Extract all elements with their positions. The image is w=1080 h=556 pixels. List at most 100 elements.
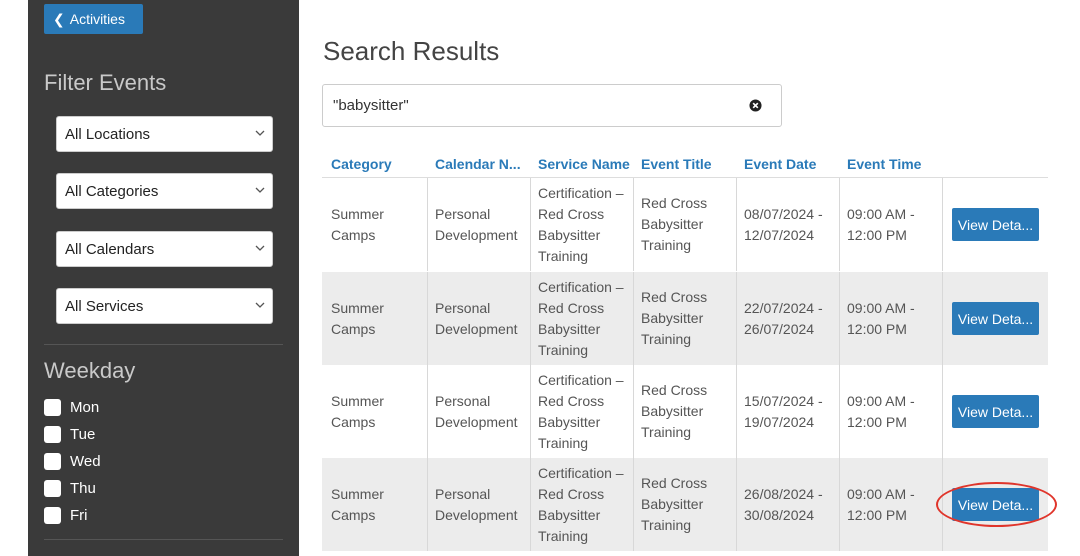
- cell-event-date-line: 08/07/2024 -: [744, 205, 823, 222]
- activities-back-label: Activities: [69, 11, 125, 27]
- cell-service-name-line: Babysitter: [538, 506, 601, 523]
- cell-service-name-line: Training: [538, 527, 589, 544]
- cell-service-name: Certification – Red Cross Babysitter Traini…: [538, 365, 624, 458]
- cell-event-title: Red Cross Babysitter Training: [641, 178, 707, 271]
- cell-service-name: Certification – Red Cross Babysitter Traini…: [538, 178, 624, 271]
- cell-category-line: Summer: [331, 392, 384, 409]
- filter-events-heading: Filter Events: [44, 70, 167, 95]
- cell-event-date-line: 19/07/2024: [744, 413, 815, 430]
- cell-service-name-line: Certification –: [538, 464, 624, 481]
- cell-event-date: 26/08/2024 - 30/08/2024: [744, 458, 823, 551]
- view-details-button[interactable]: View Deta...: [952, 208, 1039, 241]
- cell-calendar-line: Development: [435, 413, 518, 430]
- cell-calendar-line: Personal: [435, 205, 491, 222]
- cell-category: Summer Camps: [331, 458, 384, 551]
- location-select[interactable]: All Locations: [56, 116, 273, 152]
- cell-category: Summer Camps: [331, 178, 384, 271]
- cell-event-date-line: 12/07/2024: [744, 226, 815, 243]
- weekday-checkbox-wed[interactable]: Wed: [44, 453, 101, 470]
- cell-calendar: Personal Development: [435, 365, 518, 458]
- cell-event-title-line: Training: [641, 237, 692, 253]
- view-details-button[interactable]: View Deta...: [952, 302, 1039, 335]
- cell-calendar-line: Development: [435, 506, 518, 523]
- weekday-label: Fri: [70, 507, 88, 524]
- cell-event-date-line: 26/08/2024 -: [744, 485, 823, 502]
- cell-event-time: 09:00 AM - 12:00 PM: [847, 458, 915, 551]
- column-divider: [736, 178, 737, 271]
- checkbox[interactable]: [44, 453, 61, 470]
- weekday-heading: Weekday: [44, 358, 136, 383]
- cell-category-line: Camps: [331, 320, 376, 337]
- checkbox[interactable]: [44, 480, 61, 497]
- weekday-checkbox-fri[interactable]: Fri: [44, 507, 88, 524]
- column-header-event-date[interactable]: Event Date: [744, 156, 816, 172]
- activities-back-button[interactable]: ❮ Activities: [44, 4, 143, 34]
- cell-event-title: Red Cross Babysitter Training: [641, 272, 707, 365]
- cell-event-time-line: 09:00 AM -: [847, 299, 915, 316]
- cell-event-title-line: Red Cross: [641, 382, 708, 398]
- column-divider: [736, 458, 737, 551]
- cell-service-name-line: Red Cross: [538, 392, 605, 409]
- weekday-checkbox-thu[interactable]: Thu: [44, 480, 96, 497]
- weekday-checkbox-mon[interactable]: Mon: [44, 399, 99, 416]
- cell-calendar: Personal Development: [435, 272, 518, 365]
- cell-service-name-line: Training: [538, 247, 589, 264]
- column-divider: [530, 178, 531, 271]
- cell-service-name: Certification – Red Cross Babysitter Traini…: [538, 458, 624, 551]
- column-divider: [427, 365, 428, 458]
- checkbox[interactable]: [44, 507, 61, 524]
- checkbox[interactable]: [44, 399, 61, 416]
- cell-service-name-line: Babysitter: [538, 320, 601, 337]
- chevron-down-icon: [255, 302, 265, 308]
- cell-event-title-line: Training: [641, 517, 692, 533]
- cell-event-title-line: Red Cross: [641, 195, 708, 211]
- cell-event-date-line: 30/08/2024: [744, 506, 815, 523]
- service-select-value: All Services: [65, 297, 144, 315]
- chevron-down-icon: [255, 130, 265, 136]
- view-details-button[interactable]: View Deta...: [952, 395, 1039, 428]
- column-divider: [839, 365, 840, 458]
- column-divider: [942, 365, 943, 458]
- cell-event-time-line: 09:00 AM -: [847, 485, 915, 502]
- highlight-annotation: [936, 482, 1057, 527]
- cell-event-title-line: Babysitter: [641, 216, 704, 232]
- weekday-label: Tue: [70, 426, 96, 443]
- column-divider: [839, 458, 840, 551]
- category-select[interactable]: All Categories: [56, 173, 273, 209]
- cell-event-time-line: 09:00 AM -: [847, 205, 915, 222]
- calendar-select[interactable]: All Calendars: [56, 231, 273, 267]
- weekday-checkbox-tue[interactable]: Tue: [44, 426, 95, 443]
- column-divider: [942, 178, 943, 271]
- cell-calendar-line: Development: [435, 320, 518, 337]
- cell-category-line: Summer: [331, 299, 384, 316]
- checkbox[interactable]: [44, 426, 61, 443]
- column-divider: [839, 178, 840, 271]
- column-divider: [530, 458, 531, 551]
- column-divider: [942, 272, 943, 365]
- column-header-service[interactable]: Service Name: [538, 156, 630, 172]
- service-select[interactable]: All Services: [56, 288, 273, 324]
- column-header-event-time[interactable]: Event Time: [847, 156, 921, 172]
- column-header-event-title[interactable]: Event Title: [641, 156, 712, 172]
- weekday-label: Wed: [70, 453, 101, 470]
- search-input[interactable]: "babysitter": [322, 84, 782, 127]
- chevron-down-icon: [255, 245, 265, 251]
- cell-event-title-line: Babysitter: [641, 496, 704, 512]
- column-divider: [633, 365, 634, 458]
- page-title: Search Results: [323, 36, 500, 66]
- table-row: Summer Camps Personal Development Certificat…: [322, 272, 1048, 365]
- cell-event-title-line: Training: [641, 331, 692, 347]
- cell-service-name-line: Babysitter: [538, 226, 601, 243]
- cell-event-date-line: 26/07/2024: [744, 320, 815, 337]
- column-divider: [633, 178, 634, 271]
- column-divider: [736, 365, 737, 458]
- weekday-label: Thu: [70, 480, 96, 497]
- cell-category-line: Camps: [331, 506, 376, 523]
- chevron-down-icon: [255, 187, 265, 193]
- cell-service-name-line: Training: [538, 434, 589, 451]
- column-header-calendar[interactable]: Calendar N...: [435, 156, 521, 172]
- cell-event-time-line: 12:00 PM: [847, 320, 907, 337]
- clear-search-icon[interactable]: [749, 99, 762, 112]
- cell-event-date: 08/07/2024 - 12/07/2024: [744, 178, 823, 271]
- column-header-category[interactable]: Category: [331, 156, 392, 172]
